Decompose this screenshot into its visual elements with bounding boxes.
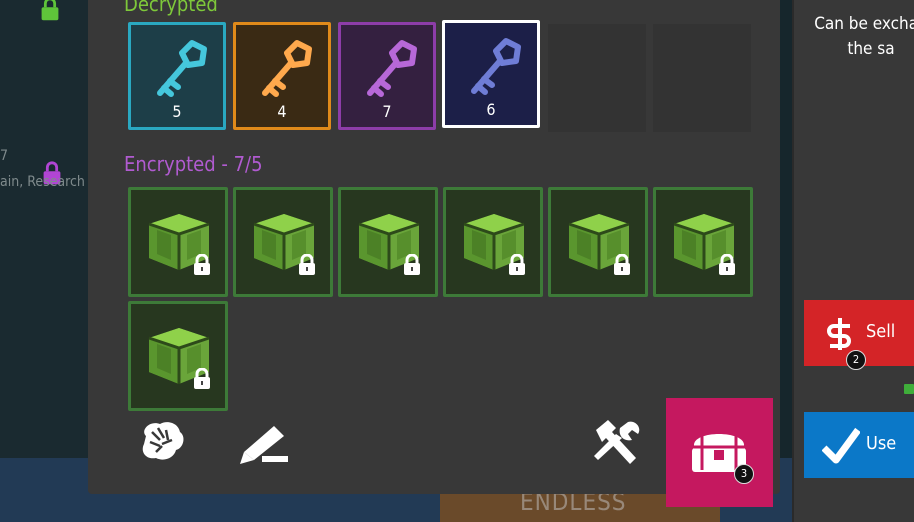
key-slot-blue-selected[interactable]: 6 (442, 20, 540, 128)
crate-slot[interactable] (443, 187, 543, 297)
money-icon (904, 384, 914, 394)
lock-icon (719, 254, 735, 275)
key-icon (262, 40, 312, 97)
item-description: Can be exchan the sa (806, 12, 914, 62)
empty-slot (653, 24, 751, 132)
decrypted-title: Decrypted (124, 0, 218, 16)
crate-slot[interactable] (128, 187, 228, 297)
empty-slot (548, 24, 646, 132)
key-icon (367, 40, 417, 97)
use-label: Use (866, 433, 897, 454)
sell-button[interactable]: Sell 2 (804, 300, 914, 370)
dollar-sign-icon (827, 318, 851, 350)
key-count: 6 (486, 100, 496, 119)
key-icon (157, 40, 207, 97)
background-caption: ain, Research (0, 174, 85, 190)
key-icon (471, 38, 521, 95)
encrypted-title: Encrypted - 7/5 (124, 152, 263, 176)
craft-tools-icon[interactable] (592, 418, 642, 464)
crate-slot[interactable] (338, 187, 438, 297)
green-lock-icon (41, 0, 59, 21)
key-count: 7 (382, 102, 392, 121)
lock-icon (509, 254, 525, 275)
screen: { "background": { "left_number": "7", "l… (0, 0, 914, 522)
lock-icon (194, 368, 210, 389)
sell-label: Sell (866, 321, 896, 342)
background-left (0, 0, 90, 522)
dismantle-icon[interactable] (136, 418, 188, 464)
key-count: 5 (172, 102, 182, 121)
key-slot-orange[interactable]: 4 (233, 22, 331, 130)
key-slot-cyan[interactable]: 5 (128, 22, 226, 130)
open-chest-button[interactable]: 3 (666, 398, 773, 507)
key-count: 4 (277, 102, 287, 121)
crate-slot[interactable] (128, 301, 228, 411)
crate-slot[interactable] (233, 187, 333, 297)
lock-icon (299, 254, 315, 275)
background-number: 7 (0, 148, 9, 164)
description-line-2: the sa (847, 39, 895, 59)
lock-icon (614, 254, 630, 275)
sell-count-badge: 2 (846, 350, 866, 370)
description-line-1: Can be exchan (814, 14, 914, 34)
lock-icon (194, 254, 210, 275)
crate-slot[interactable] (548, 187, 648, 297)
key-slot-purple[interactable]: 7 (338, 22, 436, 130)
checkmark-icon (822, 427, 860, 464)
rename-pen-icon[interactable] (238, 420, 292, 464)
lock-icon (404, 254, 420, 275)
use-button[interactable]: Use (804, 412, 914, 478)
chest-count-badge: 3 (734, 464, 754, 484)
crate-slot[interactable] (653, 187, 753, 297)
